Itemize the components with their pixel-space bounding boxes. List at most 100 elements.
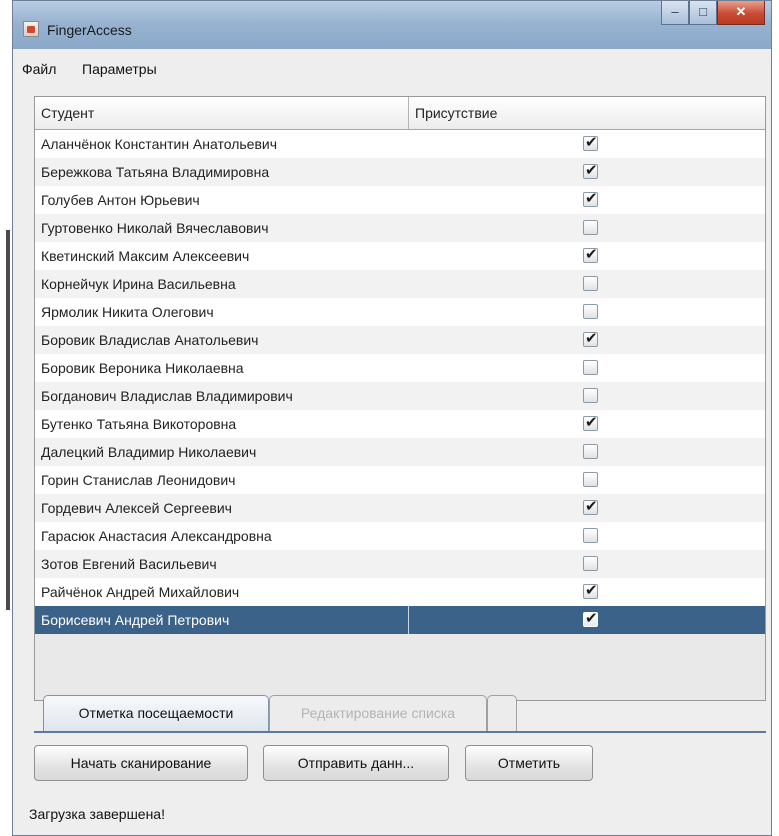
student-name-cell: Борисевич Андрей Петрович — [35, 606, 409, 634]
tab-bar: Редактирование списка Отметка посещаемос… — [34, 689, 766, 733]
table-row[interactable]: Зотов Евгений Васильевич — [35, 550, 765, 578]
tab-underline — [34, 731, 766, 733]
minimize-button[interactable]: – — [661, 1, 689, 25]
presence-checkbox[interactable] — [583, 220, 598, 235]
presence-checkbox[interactable]: ✔ — [583, 161, 598, 179]
window-title: FingerAccess — [47, 22, 132, 38]
presence-checkbox[interactable]: ✔ — [583, 329, 598, 347]
attendance-table: Студент Присутствие Аланчёнок Константин… — [34, 96, 766, 701]
title-bar[interactable]: FingerAccess – □ ✕ — [13, 1, 771, 50]
student-name-cell: Гордевич Алексей Сергеевич — [35, 494, 409, 522]
checkmark-icon: ✔ — [585, 133, 598, 151]
student-name-cell: Горин Станислав Леонидович — [35, 466, 409, 494]
table-header: Студент Присутствие — [35, 97, 765, 130]
presence-cell — [409, 270, 765, 298]
table-row[interactable]: Гарасюк Анастасия Александровна — [35, 522, 765, 550]
maximize-button[interactable]: □ — [689, 1, 717, 25]
checkmark-icon: ✔ — [585, 413, 598, 431]
table-row[interactable]: Гордевич Алексей Сергеевич ✔ — [35, 494, 765, 522]
start-scan-button[interactable]: Начать сканирование — [34, 745, 248, 781]
column-header-presence[interactable]: Присутствие — [409, 97, 765, 129]
table-row[interactable]: Бережкова Татьяна Владимировна ✔ — [35, 158, 765, 186]
presence-checkbox[interactable] — [583, 304, 598, 319]
table-row[interactable]: Богданович Владислав Владимирович — [35, 382, 765, 410]
table-row[interactable]: Борисевич Андрей Петрович ✔ — [35, 606, 765, 634]
presence-cell: ✔ — [409, 606, 765, 634]
send-data-button[interactable]: Отправить данн... — [263, 745, 449, 781]
presence-cell: ✔ — [409, 494, 765, 522]
table-row[interactable]: Корнейчук Ирина Васильевна — [35, 270, 765, 298]
menu-file[interactable]: Файл — [22, 61, 56, 77]
presence-checkbox[interactable]: ✔ — [583, 413, 598, 431]
student-name-cell: Зотов Евгений Васильевич — [35, 550, 409, 578]
app-window: FingerAccess – □ ✕ Файл Параметры Студен… — [12, 0, 772, 836]
close-button[interactable]: ✕ — [717, 1, 765, 25]
presence-cell: ✔ — [409, 578, 765, 606]
checkmark-icon: ✔ — [585, 609, 598, 627]
table-row[interactable]: Ярмолик Никита Олегович — [35, 298, 765, 326]
presence-checkbox[interactable] — [583, 276, 598, 291]
mark-button[interactable]: Отметить — [465, 745, 593, 781]
presence-cell: ✔ — [409, 410, 765, 438]
presence-checkbox[interactable] — [583, 472, 598, 487]
presence-checkbox[interactable]: ✔ — [583, 497, 598, 515]
presence-cell: ✔ — [409, 242, 765, 270]
presence-checkbox[interactable]: ✔ — [583, 609, 598, 627]
table-body: Аланчёнок Константин Анатольевич ✔ Бережко… — [35, 130, 765, 634]
presence-checkbox[interactable]: ✔ — [583, 133, 598, 151]
table-row[interactable]: Райчёнок Андрей Михайлович ✔ — [35, 578, 765, 606]
presence-checkbox[interactable] — [583, 360, 598, 375]
checkmark-icon: ✔ — [585, 245, 598, 263]
presence-checkbox[interactable]: ✔ — [583, 581, 598, 599]
table-row[interactable]: Боровик Владислав Анатольевич ✔ — [35, 326, 765, 354]
student-name-cell: Бутенко Татьяна Викоторовна — [35, 410, 409, 438]
presence-checkbox[interactable]: ✔ — [583, 245, 598, 263]
presence-cell — [409, 298, 765, 326]
presence-cell — [409, 382, 765, 410]
student-name-cell: Боровик Вероника Николаевна — [35, 354, 409, 382]
tab-bar-filler — [487, 695, 517, 731]
presence-cell: ✔ — [409, 158, 765, 186]
table-row[interactable]: Боровик Вероника Николаевна — [35, 354, 765, 382]
presence-cell: ✔ — [409, 186, 765, 214]
student-name-cell: Гуртовенко Николай Вячеславович — [35, 214, 409, 242]
table-row[interactable]: Бутенко Татьяна Викоторовна ✔ — [35, 410, 765, 438]
menu-parameters[interactable]: Параметры — [82, 61, 157, 77]
student-name-cell: Корнейчук Ирина Васильевна — [35, 270, 409, 298]
student-name-cell: Голубев Антон Юрьевич — [35, 186, 409, 214]
presence-cell — [409, 438, 765, 466]
checkmark-icon: ✔ — [585, 329, 598, 347]
checkmark-icon: ✔ — [585, 497, 598, 515]
table-row[interactable]: Далецкий Владимир Николаевич — [35, 438, 765, 466]
presence-checkbox[interactable] — [583, 444, 598, 459]
table-row[interactable]: Аланчёнок Константин Анатольевич ✔ — [35, 130, 765, 158]
presence-cell — [409, 354, 765, 382]
table-row[interactable]: Голубев Антон Юрьевич ✔ — [35, 186, 765, 214]
checkmark-icon: ✔ — [585, 189, 598, 207]
column-header-student[interactable]: Студент — [35, 97, 409, 129]
student-name-cell: Бережкова Татьяна Владимировна — [35, 158, 409, 186]
presence-checkbox[interactable]: ✔ — [583, 189, 598, 207]
table-row[interactable]: Кветинский Максим Алексеевич ✔ — [35, 242, 765, 270]
student-name-cell: Боровик Владислав Анатольевич — [35, 326, 409, 354]
tab-edit-list[interactable]: Редактирование списка — [269, 695, 487, 731]
presence-checkbox[interactable] — [583, 528, 598, 543]
table-row[interactable]: Гуртовенко Николай Вячеславович — [35, 214, 765, 242]
table-row[interactable]: Горин Станислав Леонидович — [35, 466, 765, 494]
tab-attendance[interactable]: Отметка посещаемости — [43, 695, 269, 731]
presence-checkbox[interactable] — [583, 388, 598, 403]
student-name-cell: Ярмолик Никита Олегович — [35, 298, 409, 326]
checkmark-icon: ✔ — [585, 581, 598, 599]
student-name-cell: Далецкий Владимир Николаевич — [35, 438, 409, 466]
presence-checkbox[interactable] — [583, 556, 598, 571]
window-controls: – □ ✕ — [661, 1, 765, 27]
student-name-cell: Райчёнок Андрей Михайлович — [35, 578, 409, 606]
presence-cell — [409, 466, 765, 494]
student-name-cell: Кветинский Максим Алексеевич — [35, 242, 409, 270]
presence-cell: ✔ — [409, 130, 765, 158]
presence-cell — [409, 550, 765, 578]
desktop-window-edge — [6, 230, 10, 610]
student-name-cell: Богданович Владислав Владимирович — [35, 382, 409, 410]
presence-cell: ✔ — [409, 326, 765, 354]
status-text: Загрузка завершена! — [29, 806, 165, 822]
